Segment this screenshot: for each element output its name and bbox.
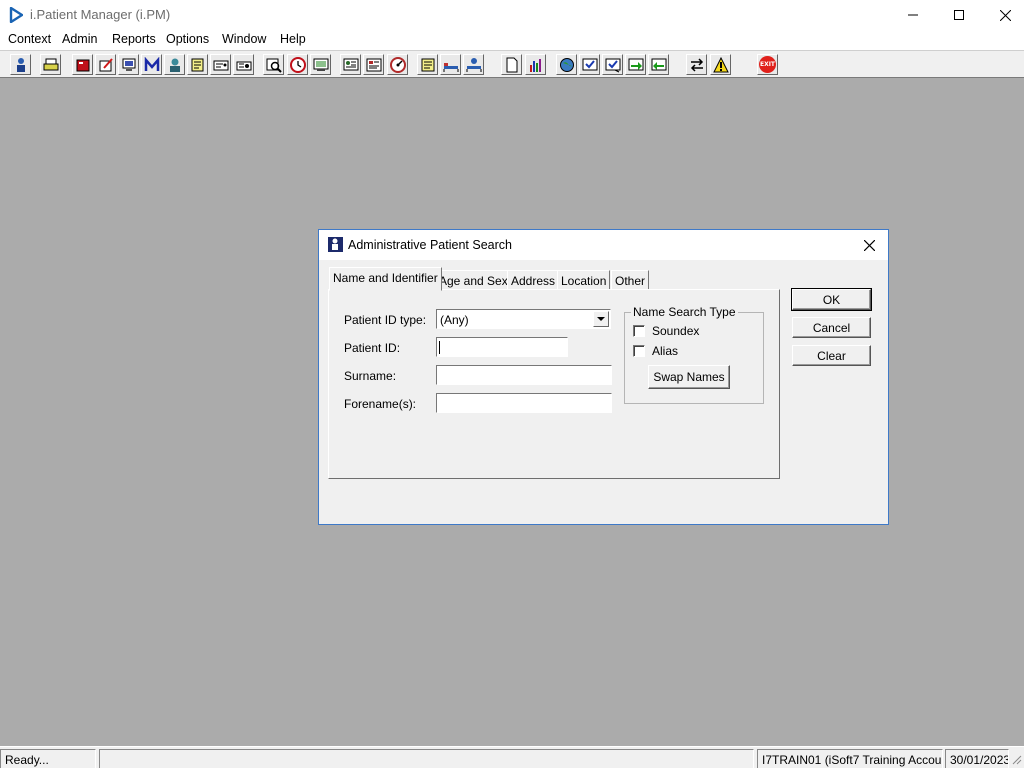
- soundex-checkbox-box[interactable]: [633, 325, 645, 337]
- exit-icon[interactable]: EXIT: [757, 54, 778, 75]
- swap-names-button[interactable]: Swap Names: [648, 365, 730, 389]
- notes-icon[interactable]: [187, 54, 208, 75]
- person-bed-icon[interactable]: [463, 54, 484, 75]
- tab-location[interactable]: Location: [557, 270, 611, 290]
- doc-screen-icon[interactable]: [340, 54, 361, 75]
- title-bar: i.Patient Manager (i.PM): [0, 0, 1024, 30]
- dropdown-arrow-icon[interactable]: [593, 311, 609, 327]
- patient-search-icon: [328, 237, 343, 252]
- card-icon[interactable]: [210, 54, 231, 75]
- patient-search-dialog: Administrative Patient Search Name and I…: [318, 229, 889, 525]
- print-icon[interactable]: [40, 54, 61, 75]
- status-empty-pane: [99, 749, 754, 768]
- forename-input[interactable]: [436, 393, 612, 413]
- bar-chart-icon[interactable]: [525, 54, 546, 75]
- ok-button[interactable]: OK: [791, 288, 872, 311]
- name-and-identifier-panel: Patient ID type: (Any) Patient ID: Surna…: [328, 289, 780, 479]
- exit-label: EXIT: [759, 56, 776, 73]
- monitor-icon[interactable]: [310, 54, 331, 75]
- text-caret: [439, 341, 440, 354]
- alias-checkbox[interactable]: Alias: [633, 344, 678, 358]
- resize-grip-icon[interactable]: [1010, 753, 1022, 768]
- patient-id-type-value: (Any): [440, 313, 469, 327]
- maximize-button[interactable]: [936, 0, 982, 30]
- list-icon[interactable]: [363, 54, 384, 75]
- cancel-button[interactable]: Cancel: [792, 317, 871, 338]
- globe-icon[interactable]: [556, 54, 577, 75]
- menu-window[interactable]: Window: [222, 32, 266, 46]
- name-search-type-title: Name Search Type: [631, 305, 738, 319]
- check-list-icon[interactable]: [579, 54, 600, 75]
- minimize-button[interactable]: [890, 0, 936, 30]
- clock-icon[interactable]: [287, 54, 308, 75]
- tab-age-and-sex[interactable]: Age and Sex: [435, 270, 512, 290]
- surname-input[interactable]: [436, 365, 612, 385]
- patient-id-input[interactable]: [436, 337, 568, 357]
- warning-icon[interactable]: [710, 54, 731, 75]
- dialog-title-bar: Administrative Patient Search: [319, 230, 888, 260]
- soundex-checkbox[interactable]: Soundex: [633, 324, 699, 338]
- screen-icon[interactable]: [118, 54, 139, 75]
- patient-icon[interactable]: [10, 54, 31, 75]
- tab-address[interactable]: Address: [507, 270, 560, 290]
- menu-help[interactable]: Help: [280, 32, 306, 46]
- name-search-type-group: Name Search Type Soundex Alias Swap Name…: [624, 305, 764, 404]
- toolbar: EXIT: [0, 50, 1024, 78]
- gauge-icon[interactable]: [387, 54, 408, 75]
- status-account: I7TRAIN01 (iSoft7 Training Account): [757, 749, 943, 768]
- alias-label: Alias: [652, 344, 679, 358]
- menu-bar: Context Admin Reports Options Window Hel…: [0, 30, 1024, 50]
- green-arrow-2-icon[interactable]: [648, 54, 669, 75]
- menu-admin[interactable]: Admin: [62, 32, 97, 46]
- bed-icon[interactable]: [440, 54, 461, 75]
- patient-id-type-select[interactable]: (Any): [436, 309, 611, 329]
- book-icon[interactable]: [72, 54, 93, 75]
- user-icon[interactable]: [164, 54, 185, 75]
- alias-checkbox-box[interactable]: [633, 345, 645, 357]
- page-icon[interactable]: [501, 54, 522, 75]
- menu-context[interactable]: Context: [8, 32, 51, 46]
- tab-other[interactable]: Other: [611, 270, 650, 290]
- forename-label: Forename(s):: [344, 397, 417, 411]
- soundex-label: Soundex: [652, 324, 700, 338]
- search-icon[interactable]: [263, 54, 284, 75]
- green-arrow-icon[interactable]: [625, 54, 646, 75]
- app-logo-icon: [9, 6, 24, 24]
- patient-id-type-label: Patient ID type:: [344, 313, 427, 327]
- window-title: i.Patient Manager (i.PM): [30, 7, 171, 22]
- status-bar: Ready... I7TRAIN01 (iSoft7 Training Acco…: [0, 746, 1024, 768]
- dialog-title: Administrative Patient Search: [348, 238, 512, 252]
- m-icon[interactable]: [141, 54, 162, 75]
- menu-options[interactable]: Options: [166, 32, 209, 46]
- status-date: 30/01/2023: [945, 749, 1009, 768]
- edit-icon[interactable]: [95, 54, 116, 75]
- ticket-icon[interactable]: [233, 54, 254, 75]
- menu-reports[interactable]: Reports: [112, 32, 156, 46]
- patient-id-label: Patient ID:: [344, 341, 401, 355]
- notepad-icon[interactable]: [417, 54, 438, 75]
- dialog-close-button[interactable]: [861, 237, 877, 253]
- tab-name-and-identifier[interactable]: Name and Identifier: [329, 267, 442, 291]
- status-message: Ready...: [0, 749, 96, 768]
- close-button[interactable]: [982, 0, 1024, 30]
- surname-label: Surname:: [344, 369, 397, 383]
- clear-button[interactable]: Clear: [792, 345, 871, 366]
- swap-arrows-icon[interactable]: [686, 54, 707, 75]
- check-list-2-icon[interactable]: [602, 54, 623, 75]
